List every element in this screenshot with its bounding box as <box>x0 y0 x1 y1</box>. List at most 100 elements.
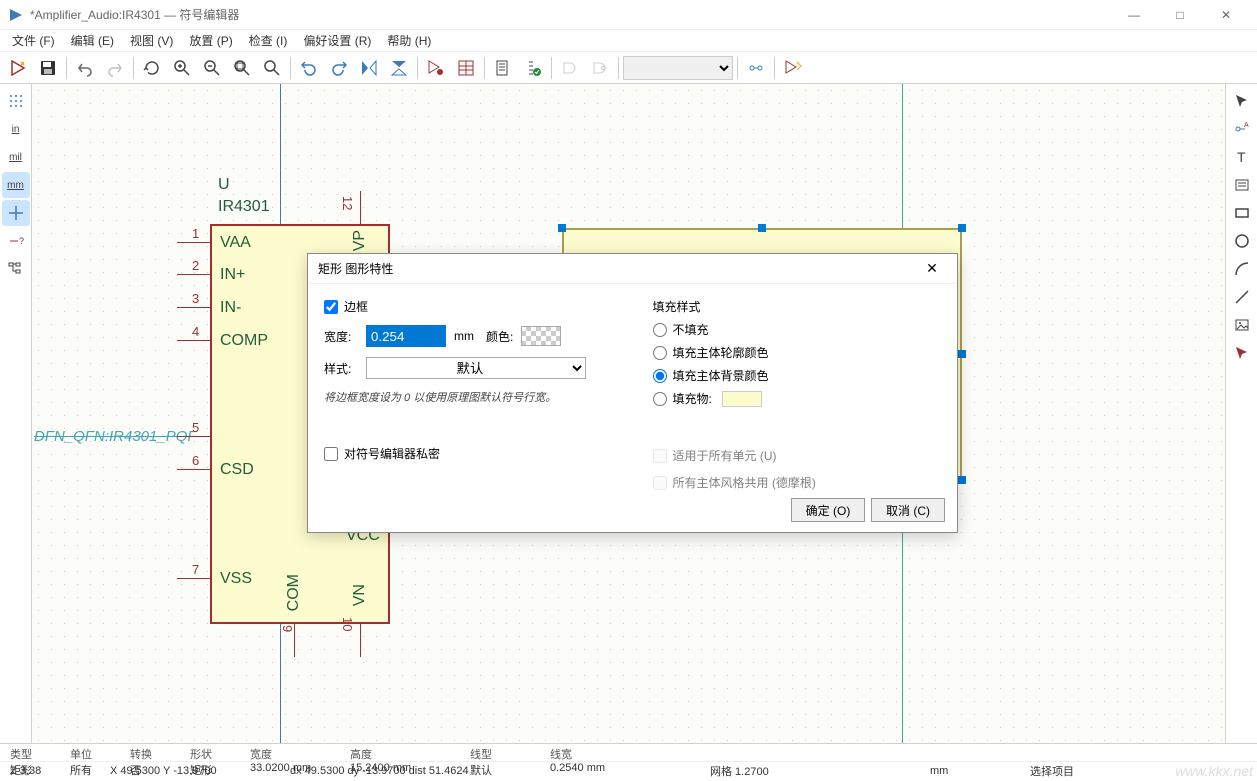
circle-tool-icon[interactable] <box>1228 228 1256 254</box>
symbol-props-icon[interactable] <box>422 54 450 82</box>
pin-tool-icon[interactable]: A <box>1228 116 1256 142</box>
pin-2-num: 2 <box>192 258 199 273</box>
mirror-v-icon[interactable] <box>385 54 413 82</box>
handle-br[interactable] <box>958 476 966 484</box>
fill-none-radio[interactable] <box>653 323 667 337</box>
fill-custom-radio[interactable] <box>653 392 667 406</box>
menu-help[interactable]: 帮助 (H) <box>379 30 439 51</box>
status-bar: 类型矩形 单位所有 转换否 形状矩形 宽度33.0200 mm 高度15.240… <box>0 743 1257 781</box>
handle-tr[interactable] <box>958 224 966 232</box>
rectangle-properties-dialog: 矩形 图形特性 ✕ 边框 宽度: mm 颜色: 样式: 默认 将边框宽度设为 0… <box>307 253 958 533</box>
status-zoom: Z 3.38 <box>6 765 106 777</box>
save-icon[interactable] <box>34 54 62 82</box>
menu-check[interactable]: 检查 (I) <box>241 30 296 51</box>
menu-prefs[interactable]: 偏好设置 (R) <box>295 30 379 51</box>
refresh-icon[interactable] <box>138 54 166 82</box>
line-tool-icon[interactable] <box>1228 284 1256 310</box>
maximize-button[interactable]: □ <box>1157 0 1203 30</box>
minimize-button[interactable]: — <box>1111 0 1157 30</box>
cursor-mode-button[interactable] <box>2 200 30 226</box>
separator <box>417 57 418 79</box>
text-tool-icon[interactable]: T <box>1228 144 1256 170</box>
close-button[interactable]: ✕ <box>1203 0 1249 30</box>
handle-tl[interactable] <box>558 224 566 232</box>
pin-9-num: 9 <box>280 625 295 632</box>
rect-tool-icon[interactable] <box>1228 200 1256 226</box>
fill-outline-radio[interactable] <box>653 346 667 360</box>
sync-icon[interactable] <box>742 54 770 82</box>
all-body-label: 所有主体风格共用 (德摩根) <box>673 474 816 491</box>
menu-edit[interactable]: 编辑 (E) <box>63 30 122 51</box>
hint-text: 将边框宽度设为 0 以使用原理图默认符号行宽。 <box>324 389 613 405</box>
menu-file[interactable]: 文件 (F) <box>4 30 63 51</box>
grid-toggle[interactable] <box>2 88 30 114</box>
status-selection: 选择项目 <box>1026 763 1078 779</box>
mirror-h-icon[interactable] <box>355 54 383 82</box>
unit-mil-button[interactable]: mil <box>2 144 30 170</box>
pin-6-num: 6 <box>192 453 199 468</box>
left-toolbar: in mil mm ? <box>0 84 32 743</box>
cancel-button[interactable]: 取消 (C) <box>871 498 945 522</box>
menu-view[interactable]: 视图 (V) <box>122 30 181 51</box>
select-tool-icon[interactable] <box>1228 88 1256 114</box>
status-linewidth-hdr: 线宽 <box>550 746 622 762</box>
ok-button[interactable]: 确定 (O) <box>791 498 865 522</box>
window-controls: — □ ✕ <box>1111 0 1249 30</box>
textbox-tool-icon[interactable] <box>1228 172 1256 198</box>
rotate-ccw-icon[interactable] <box>295 54 323 82</box>
demorgan1-icon[interactable] <box>556 54 584 82</box>
handle-tm[interactable] <box>758 224 766 232</box>
pin-4-name: COMP <box>220 332 268 350</box>
unit-in-button[interactable]: in <box>2 116 30 142</box>
delete-tool-icon[interactable] <box>1228 340 1256 366</box>
insert-symbol-icon[interactable] <box>779 54 807 82</box>
symbol-value: IR4301 <box>218 198 270 216</box>
datasheet-icon[interactable] <box>489 54 517 82</box>
pin-12-name: VP <box>351 230 369 251</box>
fill-bg-radio[interactable] <box>653 369 667 383</box>
width-input[interactable] <box>366 325 446 347</box>
pin-table-icon[interactable] <box>452 54 480 82</box>
color-swatch[interactable] <box>521 326 561 346</box>
zoom-in-icon[interactable] <box>168 54 196 82</box>
unit-mm-button[interactable]: mm <box>2 172 30 198</box>
undo-icon[interactable] <box>71 54 99 82</box>
style-label: 样式: <box>324 360 358 377</box>
erc-icon[interactable] <box>519 54 547 82</box>
tree-button[interactable] <box>2 256 30 282</box>
pin-help-button[interactable]: ? <box>2 228 30 254</box>
zoom-out-icon[interactable] <box>198 54 226 82</box>
separator <box>774 57 775 79</box>
symbol-footprint: DFN_QFN:IR4301_PQF <box>34 428 197 445</box>
separator <box>551 57 552 79</box>
rotate-cw-icon[interactable] <box>325 54 353 82</box>
dialog-left-column: 边框 宽度: mm 颜色: 样式: 默认 将边框宽度设为 0 以使用原理图默认符… <box>324 298 613 501</box>
handle-mr[interactable] <box>958 350 966 358</box>
redo-icon[interactable] <box>101 54 129 82</box>
zoom-select-icon[interactable] <box>258 54 286 82</box>
dialog-close-button[interactable]: ✕ <box>917 254 947 284</box>
pin-1-name: VAA <box>220 234 251 252</box>
width-row: 宽度: mm 颜色: <box>324 325 613 347</box>
style-select[interactable]: 默认 <box>366 357 586 379</box>
separator <box>484 57 485 79</box>
demorgan2-icon[interactable] <box>586 54 614 82</box>
border-checkbox-row: 边框 <box>324 298 613 315</box>
status-height-hdr: 高度 <box>350 746 462 762</box>
dialog-footer: 确定 (O) 取消 (C) <box>791 498 945 522</box>
private-checkbox[interactable] <box>324 447 338 461</box>
zoom-fit-icon[interactable] <box>228 54 256 82</box>
separator <box>618 57 619 79</box>
new-icon[interactable] <box>4 54 32 82</box>
svg-text:?: ? <box>19 236 24 246</box>
private-checkbox-row: 对符号编辑器私密 <box>324 445 613 462</box>
status-unit2: mm <box>926 765 1026 777</box>
image-tool-icon[interactable] <box>1228 312 1256 338</box>
arc-tool-icon[interactable] <box>1228 256 1256 282</box>
pin-5-num: 5 <box>192 420 199 435</box>
unit-selector[interactable] <box>623 56 733 80</box>
menu-place[interactable]: 放置 (P) <box>181 30 240 51</box>
status-type-hdr: 类型 <box>10 746 62 762</box>
border-checkbox[interactable] <box>324 300 338 314</box>
fill-custom-swatch[interactable] <box>722 391 762 407</box>
